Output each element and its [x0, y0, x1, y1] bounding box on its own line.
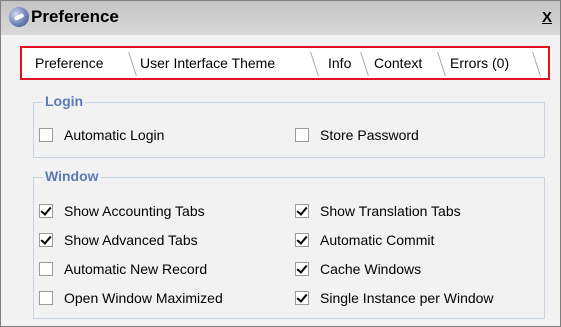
automatic-commit-checkbox[interactable]: Automatic Commit: [295, 230, 434, 250]
app-logo-icon: [9, 7, 29, 27]
checkbox-label: Single Instance per Window: [320, 290, 494, 306]
checkbox-label: Automatic Commit: [320, 232, 435, 248]
checkbox-label: Show Accounting Tabs: [64, 203, 205, 219]
checkbox-label: Show Translation Tabs: [320, 203, 461, 219]
checkbox-box[interactable]: [295, 128, 309, 142]
show-advanced-tabs-checkbox[interactable]: Show Advanced Tabs: [39, 230, 198, 250]
checkbox-label: Show Advanced Tabs: [64, 232, 198, 248]
automatic-new-record-checkbox[interactable]: Automatic New Record: [39, 259, 207, 279]
checkmark-icon[interactable]: [295, 233, 309, 247]
store-password-checkbox[interactable]: Store Password: [295, 125, 419, 145]
close-icon[interactable]: X: [539, 10, 555, 26]
checkbox-label: Open Window Maximized: [64, 290, 223, 306]
checkmark-icon[interactable]: [295, 204, 309, 218]
tab-user-interface-theme[interactable]: User Interface Theme: [140, 48, 275, 78]
tab-divider: [300, 52, 319, 76]
automatic-login-checkbox[interactable]: Automatic Login: [39, 125, 164, 145]
checkbox-label: Automatic New Record: [64, 261, 208, 277]
tab-divider: [522, 52, 541, 76]
tab-info[interactable]: Info: [328, 48, 351, 78]
tab-strip-highlight: Preference User Interface Theme Info Con…: [20, 46, 550, 80]
checkmark-icon[interactable]: [295, 262, 309, 276]
checkbox-box[interactable]: [39, 262, 53, 276]
show-accounting-tabs-checkbox[interactable]: Show Accounting Tabs: [39, 201, 205, 221]
cache-windows-checkbox[interactable]: Cache Windows: [295, 259, 421, 279]
checkbox-label: Cache Windows: [320, 261, 422, 277]
preference-window: Preference X Preference User Interface T…: [0, 0, 561, 327]
checkbox-label: Store Password: [320, 127, 419, 143]
tab-divider: [427, 52, 446, 76]
checkmark-icon[interactable]: [295, 291, 309, 305]
checkmark-icon[interactable]: [39, 233, 53, 247]
title-bar: Preference X: [1, 1, 560, 35]
checkbox-box[interactable]: [39, 128, 53, 142]
window-group-title: Window: [43, 168, 101, 184]
login-group-title: Login: [43, 93, 86, 109]
tab-context[interactable]: Context: [374, 48, 422, 78]
checkbox-label: Automatic Login: [64, 127, 165, 143]
tab-errors[interactable]: Errors (0): [450, 48, 509, 78]
tab-divider: [118, 52, 137, 76]
checkbox-box[interactable]: [39, 291, 53, 305]
window-title: Preference: [31, 7, 119, 26]
tab-divider: [350, 52, 369, 76]
tab-preference[interactable]: Preference: [35, 48, 103, 78]
show-translation-tabs-checkbox[interactable]: Show Translation Tabs: [295, 201, 461, 221]
checkmark-icon[interactable]: [39, 204, 53, 218]
single-instance-per-window-checkbox[interactable]: Single Instance per Window: [295, 288, 494, 308]
open-window-maximized-checkbox[interactable]: Open Window Maximized: [39, 288, 223, 308]
